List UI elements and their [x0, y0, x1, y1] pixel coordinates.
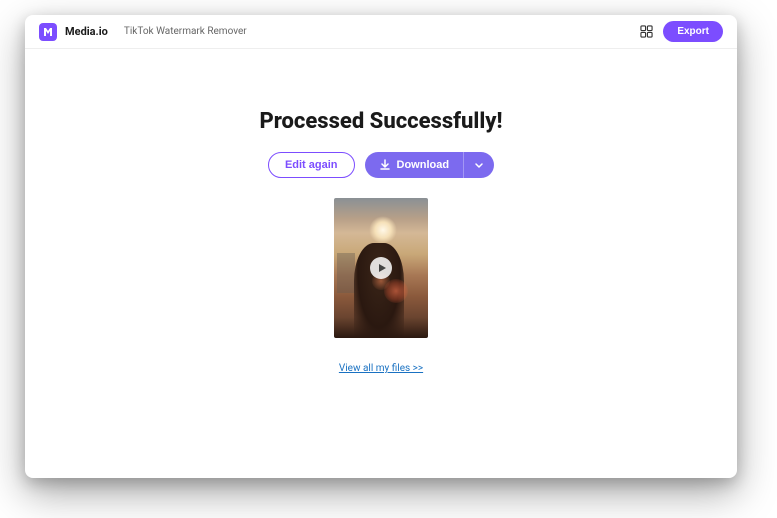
download-button[interactable]: Download [365, 152, 464, 178]
apps-grid-icon[interactable] [639, 25, 653, 39]
logo-icon [39, 23, 57, 41]
chevron-down-icon [474, 160, 484, 170]
download-button-group: Download [365, 152, 495, 178]
view-all-files-link[interactable]: View all my files >> [339, 363, 423, 374]
page-title: Processed Successfully! [45, 109, 717, 134]
app-window: Media.io TikTok Watermark Remover Export… [25, 15, 737, 478]
tool-name: TikTok Watermark Remover [124, 26, 247, 37]
edit-again-button[interactable]: Edit again [268, 152, 355, 178]
play-icon [379, 264, 386, 272]
play-button[interactable] [370, 257, 392, 279]
video-thumbnail[interactable] [334, 198, 428, 338]
header: Media.io TikTok Watermark Remover Export [25, 15, 737, 49]
download-dropdown-button[interactable] [463, 152, 494, 178]
header-right: Export [639, 21, 723, 42]
header-left: Media.io TikTok Watermark Remover [39, 23, 247, 41]
main-content: Processed Successfully! Edit again Downl… [25, 49, 737, 395]
action-buttons: Edit again Download [45, 152, 717, 178]
brand-name: Media.io [65, 25, 108, 38]
export-button[interactable]: Export [663, 21, 723, 42]
download-icon [379, 159, 391, 171]
download-label: Download [397, 159, 450, 171]
